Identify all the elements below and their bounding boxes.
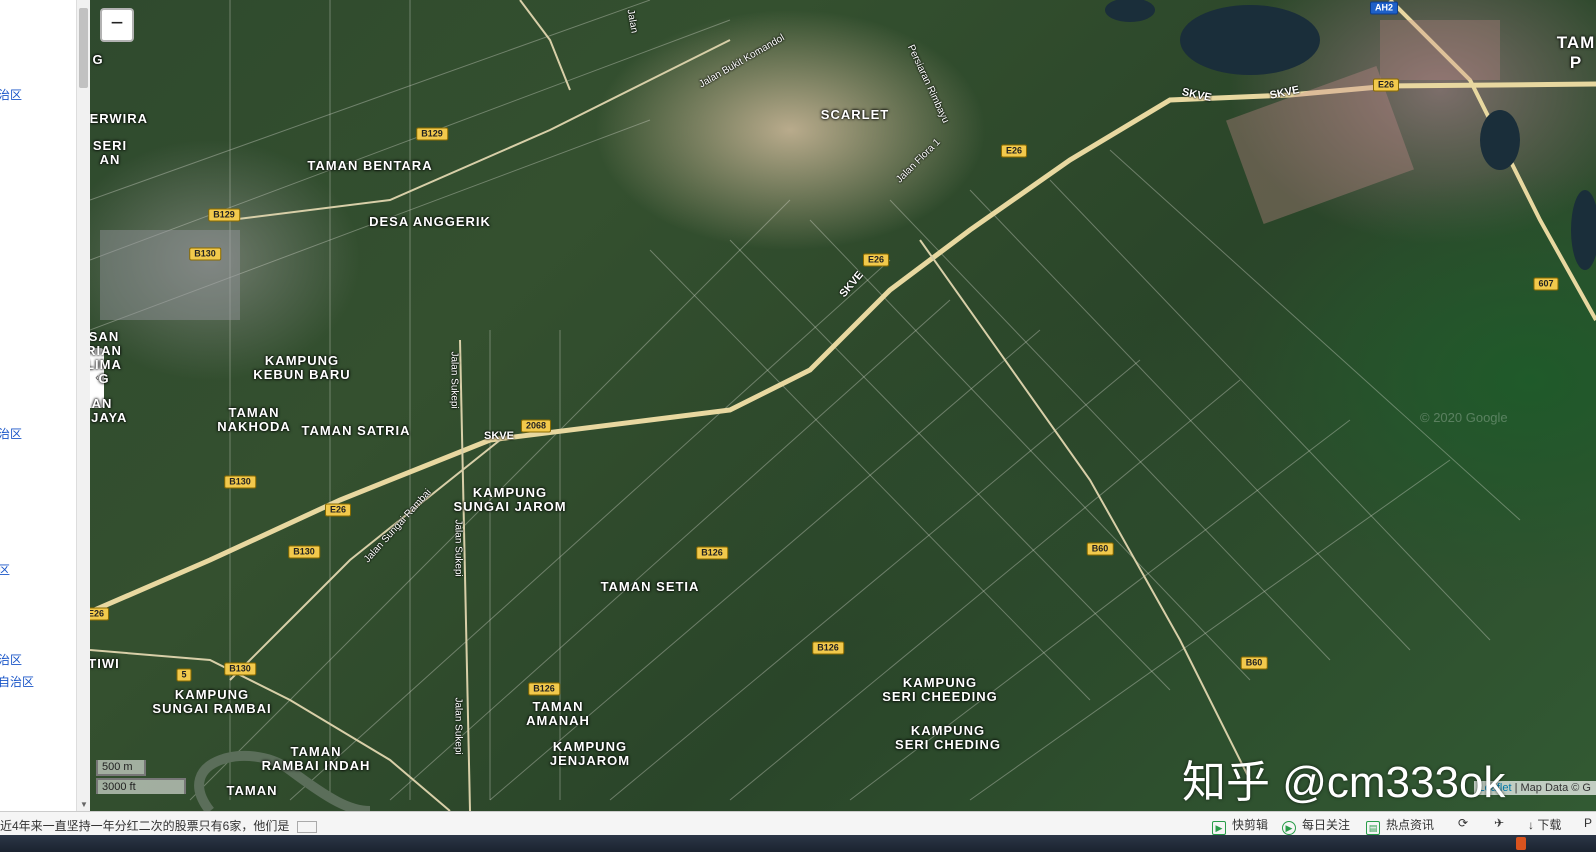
sidebar-region-link-2[interactable]: 治区 [0,425,22,442]
place-label-kampung-seri-cheding: KAMPUNG SERI CHEDING [895,723,1001,752]
status-item-label: 下载 [1537,818,1562,832]
route-shield-b129: B129 [208,208,240,222]
route-shield-5: 5 [176,668,192,682]
place-label-tam-p: TAM P [1556,33,1596,72]
pin-icon[interactable]: ✈ [1494,816,1504,830]
route-shield-b126: B126 [696,546,728,560]
street-label-jalan-sukepi-3: Jalan Sukepi [452,697,464,755]
place-label-kampung-sungai-rambai: KAMPUNG SUNGAI RAMBAI [152,687,272,716]
place-label-g: G [92,52,104,67]
imagery-copyright: © 2020 Google [1420,410,1508,425]
place-label-tiwi: TIWI [90,656,120,671]
sidebar-region-link-4[interactable]: 治区 [0,651,22,668]
os-taskbar [0,835,1596,852]
status-item-meiriguanzhu[interactable]: ▶ 每日关注 [1282,816,1350,835]
place-label-desa-anggerik: DESA ANGGERIK [369,214,491,229]
place-label-taman-bottom: TAMAN [226,783,278,798]
place-label-kampung-sungai-jarom: KAMPUNG SUNGAI JAROM [453,485,567,514]
place-label-taman-amanah: TAMAN AMANAH [526,699,590,728]
status-item-label: 快剪辑 [1232,818,1269,832]
place-label-perwira: PERWIRA [90,111,149,126]
place-label-kampung-jenjarom: KAMPUNG JENJAROM [549,739,631,768]
street-label-jalan-sukepi-1: Jalan Sukepi [448,351,460,409]
place-label-seri-an: SERI AN [92,138,128,167]
zhihu-watermark: 知乎 @cm333ok [1182,758,1506,807]
status-news-text[interactable]: 近4年来一直坚持一年分红二次的股票只有6家，他们是 [0,819,289,833]
scale-bar-metric: 500 m [96,760,146,776]
browser-status-bar: 近4年来一直坚持一年分红二次的股票只有6家，他们是 ▶ 快剪辑 ▶ 每日关注 ▤ 热点… [0,811,1596,836]
route-shield-e26: E26 [1000,144,1028,158]
route-shield-e26: E26 [1372,78,1400,92]
route-shield-b126: B126 [812,641,844,655]
route-shield-b130: B130 [288,545,320,559]
route-shield-e26: E26 [324,503,352,517]
street-label-jalan-sukepi-2: Jalan Sukepi [452,519,464,577]
route-shield-e26: E26 [862,253,890,267]
play-circle-icon: ▶ [1282,821,1296,835]
place-label-an-jaya: AN A JAYA [91,396,128,425]
left-sidebar-panel: 治区 治区 区 治区 自治区 [0,0,76,811]
download-arrow-icon: ↓ [1528,818,1538,832]
sidebar-region-link-3[interactable]: 区 [0,561,10,578]
route-shield-b60: B60 [1240,656,1268,670]
place-label-scarlet: SCARLET [820,107,890,122]
highway-label-skve-1: SKVE [484,430,514,442]
place-label-taman-nakhoda: TAMAN NAKHODA [217,405,291,434]
news-icon: ▤ [1366,821,1380,835]
play-icon: ▶ [1212,821,1226,835]
place-label-san-rian-lima: SAN RIAN LIMA G [90,329,122,386]
sidebar-region-link-1[interactable]: 治区 [0,86,22,103]
status-item-kuaijianji[interactable]: ▶ 快剪辑 [1212,816,1268,835]
route-shield-b130: B130 [189,247,221,261]
route-shield-b126: B126 [528,682,560,696]
route-shield-607: 607 [1533,277,1559,291]
sidebar-scrollbar[interactable]: ▼ [76,0,91,811]
route-shield-e26: E26 [90,607,110,621]
zoom-out-button[interactable]: − [100,8,134,42]
place-label-kampung-kebun-baru: KAMPUNG KEBUN BARU [253,353,351,382]
place-label-taman-setia: TAMAN SETIA [600,579,700,594]
route-shield-b129: B129 [416,127,448,141]
route-shield-b60: B60 [1086,542,1114,556]
scale-bar-imperial: 3000 ft [96,778,186,794]
route-shield-ah2: AH2 [1369,1,1399,15]
route-shield-b130: B130 [224,662,256,676]
status-item-label: 热点资讯 [1386,818,1435,832]
place-label-taman-rambai-indah: TAMAN RAMBAI INDAH [261,744,371,773]
status-item-download[interactable]: ↓ 下载 [1528,816,1561,833]
status-item-p[interactable]: P [1584,816,1592,830]
taskbar-app-icon[interactable] [1516,837,1526,850]
sidebar-region-link-5[interactable]: 自治区 [0,673,34,690]
map-data-attribution: | Map Data © G [1514,782,1591,794]
status-item-redianzixun[interactable]: ▤ 热点资讯 [1366,816,1434,835]
ticker-box-icon [297,820,318,833]
place-label-kampung-seri-cheeding: KAMPUNG SERI CHEEDING [882,675,998,704]
place-label-taman-satria: TAMAN SATRIA [301,423,411,438]
scrollbar-thumb[interactable] [79,8,88,88]
scroll-down-arrow-icon[interactable]: ▼ [80,800,88,809]
status-news-ticker[interactable]: 近4年来一直坚持一年分红二次的股票只有6家，他们是 [0,817,318,834]
route-shield-2068: 2068 [520,419,552,433]
route-shield-b130: B130 [224,475,256,489]
satellite-map[interactable]: − ‹ TAMAN BENTARA DESA ANGGERIK KAMPUNG … [90,0,1596,811]
refresh-icon[interactable]: ⟳ [1458,816,1468,830]
place-label-taman-bentara: TAMAN BENTARA [307,158,433,173]
status-item-label: 每日关注 [1302,818,1351,832]
